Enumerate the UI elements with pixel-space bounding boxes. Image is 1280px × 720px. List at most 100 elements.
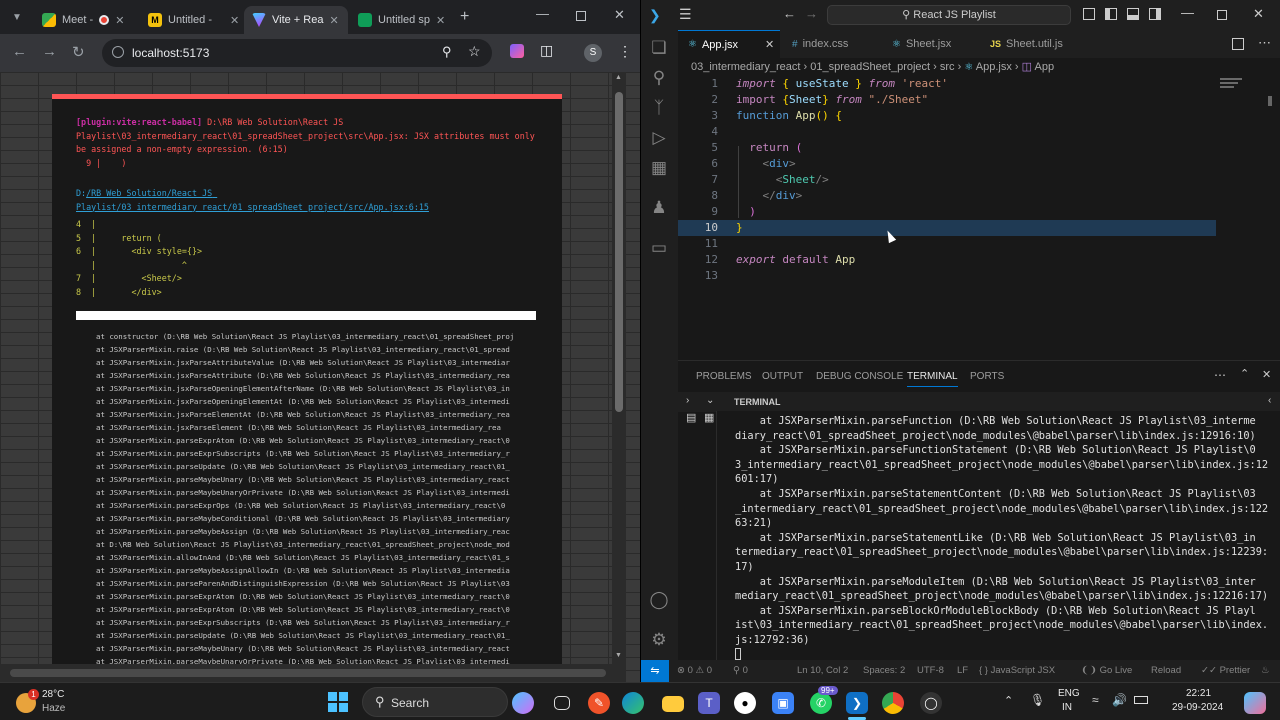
puzzle-icon[interactable]: ◫ [540, 42, 553, 59]
chevron-down-icon[interactable]: ⌄ [706, 395, 714, 406]
url-field[interactable]: localhost:5173 ⚲ ☆ [102, 39, 492, 67]
terminal-view[interactable]: at JSXParserMixin.parseFunction (D:\RB W… [716, 411, 1280, 661]
encoding[interactable]: UTF-8 [917, 665, 944, 676]
close-icon[interactable]: ✕ [436, 14, 445, 27]
indentation[interactable]: Spaces: 2 [863, 665, 905, 676]
more-actions-icon[interactable]: ⋯ [1258, 35, 1271, 51]
tab-index-css[interactable]: # index.css [782, 30, 878, 58]
scroll-up-arrow[interactable]: ▲ [615, 74, 622, 81]
language-mode[interactable]: { } JavaScript JSX [979, 665, 1055, 676]
maximize-button[interactable] [1217, 10, 1227, 20]
sidebar-toggle-icon[interactable] [1105, 8, 1117, 20]
extensions-icon[interactable]: ▦ [649, 158, 669, 178]
close-panel-icon[interactable]: ✕ [1262, 368, 1271, 381]
back-icon[interactable]: ← [12, 43, 27, 60]
settings-gear-icon[interactable]: ⚙ [649, 630, 669, 650]
test-icon[interactable]: ♟ [649, 198, 669, 218]
eol[interactable]: LF [957, 665, 968, 676]
tab-problems[interactable]: PROBLEMS [696, 371, 752, 382]
close-icon[interactable]: ✕ [230, 14, 239, 27]
language-secondary[interactable]: IN [1062, 702, 1072, 713]
file-explorer-icon[interactable] [662, 696, 684, 712]
back-icon[interactable]: ← [783, 6, 796, 21]
code-editor[interactable]: 1 import { useState } from 'react' 2 impor… [678, 76, 1218, 358]
minimize-button[interactable]: — [1181, 5, 1194, 20]
tab-output[interactable]: OUTPUT [762, 371, 803, 382]
breadcrumb-item[interactable]: App [1034, 61, 1054, 73]
phone-link-icon[interactable]: ▣ [772, 692, 794, 714]
search-icon[interactable]: ⚲ [649, 68, 669, 88]
brave-icon[interactable]: ✎ [588, 692, 610, 714]
close-icon[interactable]: ✕ [115, 14, 124, 27]
breadcrumb-item[interactable]: 03_intermediary_react [691, 61, 800, 73]
maximize-button[interactable] [576, 11, 586, 21]
command-center[interactable]: ⚲ React JS Playlist [827, 5, 1071, 25]
tab-search-button[interactable]: ▼ [8, 9, 26, 27]
teams-icon[interactable]: T [698, 692, 720, 714]
tab-ports[interactable]: PORTS [970, 371, 1004, 382]
tab-debug-console[interactable]: DEBUG CONSOLE [816, 371, 903, 382]
source-control-icon[interactable]: ᛉ [649, 98, 669, 118]
reload-icon[interactable]: ↻ [72, 43, 85, 61]
copilot-icon[interactable] [512, 692, 534, 714]
tab-terminal[interactable]: TERMINAL [907, 371, 958, 387]
explorer-icon[interactable]: ❏ [649, 38, 669, 58]
scrollbar-thumb[interactable] [615, 92, 623, 412]
scroll-down-arrow[interactable]: ▼ [615, 652, 622, 659]
close-icon[interactable]: ✕ [765, 38, 774, 51]
whatsapp-icon[interactable]: ✆ [810, 692, 832, 714]
prettier-status[interactable]: ✓✓ Prettier [1201, 665, 1250, 676]
minimap-slider[interactable] [1268, 96, 1272, 106]
secondary-sidebar-icon[interactable] [1149, 8, 1161, 20]
breadcrumb-item[interactable]: App.jsx [976, 61, 1012, 73]
breadcrumb-item[interactable]: src [940, 61, 955, 73]
split-editor-icon[interactable] [1232, 38, 1244, 50]
breadcrumb-item[interactable]: 01_spreadSheet_project [810, 61, 930, 73]
new-tab-button[interactable]: + [460, 8, 469, 26]
record-app-icon[interactable]: ◯ [920, 692, 942, 714]
notifications-icon[interactable]: ♨ [1261, 665, 1270, 676]
menu-icon[interactable]: ⋮ [618, 43, 632, 60]
volume-icon[interactable]: 🔊 [1112, 693, 1127, 707]
go-live[interactable]: ❨❩ Go Live [1081, 665, 1132, 676]
window-close-button[interactable]: ✕ [614, 7, 625, 23]
close-icon[interactable]: ✕ [329, 14, 338, 27]
tab-app-jsx[interactable]: ⚛ App.jsx ✕ [678, 30, 780, 58]
panel-toggle-icon[interactable] [1127, 8, 1139, 20]
copilot-corner-icon[interactable] [1244, 692, 1266, 714]
more-icon[interactable]: ⋯ [1214, 368, 1226, 382]
ports-status[interactable]: ⚲ 0 [733, 665, 748, 676]
clock-date[interactable]: 29-09-2024 [1172, 702, 1223, 713]
task-view-icon[interactable] [554, 696, 570, 710]
minimap[interactable] [1216, 76, 1272, 358]
account-icon[interactable]: ◯ [649, 590, 669, 610]
split-icon[interactable]: ▦ [704, 411, 714, 424]
layout-toggle-icon[interactable] [1083, 8, 1095, 20]
error-file-link[interactable]: /RB Web Solution/React JS Playlist/03_in… [76, 188, 429, 212]
remote-explorer-icon[interactable]: ▭ [649, 238, 669, 258]
zoom-icon[interactable]: ⚲ [442, 44, 452, 60]
forward-icon[interactable]: → [42, 43, 57, 60]
window-close-button[interactable]: ✕ [1253, 6, 1264, 22]
chevron-up-icon[interactable]: ⌃ [1004, 694, 1013, 707]
app-icon[interactable]: ● [734, 692, 756, 714]
terminal-list-icon[interactable]: ▤ [686, 411, 696, 424]
language-primary[interactable]: ENG [1058, 688, 1080, 699]
chevron-right-icon[interactable]: › [686, 395, 689, 406]
start-button[interactable] [328, 692, 348, 712]
run-debug-icon[interactable]: ▷ [649, 128, 669, 148]
tab-vite[interactable]: Vite + Rea ✕ [244, 6, 348, 34]
site-info-icon[interactable] [112, 46, 124, 58]
tab-sheet-jsx[interactable]: ⚛ Sheet.jsx [882, 30, 978, 58]
tab-sheets[interactable]: Untitled sp ✕ [350, 6, 454, 34]
problems-status[interactable]: ⊗ 0 ⚠ 0 [677, 665, 712, 676]
avatar[interactable]: S [584, 44, 602, 62]
wifi-icon[interactable]: ≈ [1092, 693, 1099, 707]
remote-icon[interactable]: ⇋ [641, 660, 669, 682]
taskbar-search[interactable]: ⚲ Search [362, 687, 508, 717]
extension-icon[interactable] [510, 44, 524, 58]
tab-sheet-util-js[interactable]: JS Sheet.util.js [980, 30, 1100, 58]
weather-widget[interactable]: 1 28°C Haze [14, 687, 94, 717]
edge-icon[interactable] [622, 692, 644, 714]
maximize-panel-icon[interactable]: ⌃ [1240, 367, 1249, 380]
